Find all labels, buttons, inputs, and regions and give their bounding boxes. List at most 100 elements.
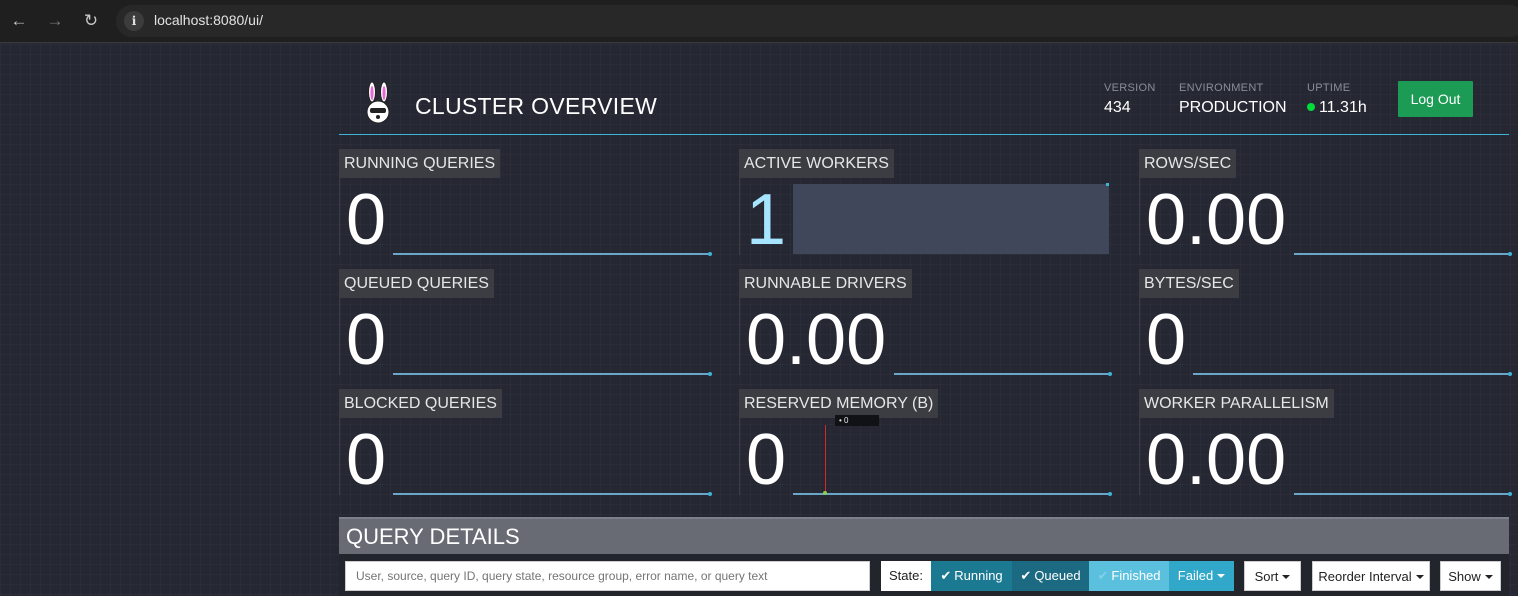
caret-down-icon [1415, 575, 1424, 579]
tile-label: BYTES/SEC [1139, 269, 1239, 298]
logout-button[interactable]: Log Out [1398, 81, 1473, 117]
browser-toolbar: ← → ↻ i localhost:8080/ui/ [0, 0, 1518, 43]
show-dropdown[interactable]: Show [1440, 561, 1501, 591]
bytes-sec-tile: BYTES/SEC 0 [1139, 269, 1512, 381]
reserved-memory-tile: RESERVED MEMORY (B) 0 • 0 [739, 389, 1112, 501]
sparkline-dot [708, 492, 712, 496]
active-workers-tile: ACTIVE WORKERS 1 [739, 149, 1109, 261]
tile-label: RUNNABLE DRIVERS [739, 269, 912, 298]
tile-chart: 0.00 [739, 298, 1112, 380]
tile-value: 0.00 [1146, 180, 1287, 260]
sparkline-dot [1108, 492, 1112, 496]
sparkline [1193, 372, 1512, 376]
sparkline [393, 372, 712, 376]
tile-value: 0 [1146, 300, 1187, 380]
bunny-logo-icon [366, 82, 390, 124]
version-block: VERSION 434 [1104, 82, 1156, 117]
running-queries-tile: RUNNING QUERIES 0 [339, 149, 712, 261]
environment-block: ENVIRONMENT PRODUCTION [1179, 82, 1287, 117]
query-details-header: QUERY DETAILS [339, 517, 1509, 554]
page: CLUSTER OVERVIEW VERSION 434 ENVIRONMENT… [0, 44, 1518, 596]
sparkline [393, 252, 712, 256]
sparkline-dot [1508, 252, 1512, 256]
tile-chart: 0 [1139, 298, 1512, 380]
sort-dropdown[interactable]: Sort [1244, 561, 1301, 591]
caret-down-icon [1484, 575, 1493, 579]
back-arrow-icon[interactable]: ← [8, 10, 30, 32]
sort-label: Sort [1254, 569, 1279, 584]
page-title: CLUSTER OVERVIEW [415, 93, 658, 119]
tile-label: RUNNING QUERIES [339, 149, 501, 178]
reload-icon[interactable]: ↻ [80, 10, 102, 32]
tile-value: 0.00 [746, 300, 887, 380]
state-label: State: [881, 561, 931, 591]
workers-bar [793, 184, 1109, 254]
uptime-block: UPTIME 11.31h [1307, 82, 1367, 117]
environment-value: PRODUCTION [1179, 99, 1287, 116]
filter-running-label: Running [954, 568, 1003, 583]
tile-label: ROWS/SEC [1139, 149, 1237, 178]
tile-value: 1 [746, 180, 787, 260]
tile-label: BLOCKED QUERIES [339, 389, 502, 418]
reorder-label: Reorder Interval [1318, 569, 1412, 584]
tile-value: 0 [346, 180, 387, 260]
uptime-value-row: 11.31h [1307, 99, 1367, 117]
filter-failed-dropdown[interactable]: Failed [1169, 561, 1234, 591]
filter-running-button[interactable]: ✔ Running [931, 561, 1012, 591]
tile-chart: 0.00 [1139, 418, 1512, 500]
tile-chart: 1 [739, 178, 1109, 260]
sparkline-dot [1106, 183, 1109, 186]
queued-queries-tile: QUEUED QUERIES 0 [339, 269, 712, 381]
blocked-queries-tile: BLOCKED QUERIES 0 [339, 389, 712, 501]
status-dot-icon [1307, 103, 1315, 111]
uptime-value: 11.31h [1319, 99, 1367, 116]
show-label: Show [1448, 569, 1481, 584]
tile-label: QUEUED QUERIES [339, 269, 494, 298]
tile-chart: 0 • 0 [739, 415, 1112, 500]
hover-point [823, 491, 827, 495]
uptime-label: UPTIME [1307, 82, 1351, 94]
tile-value: 0.00 [1146, 420, 1287, 500]
tile-chart: 0 [339, 298, 712, 380]
filter-queued-button[interactable]: ✔ Queued [1012, 561, 1089, 591]
sparkline [793, 492, 1112, 496]
sparkline [393, 492, 712, 496]
check-icon: ✔ [1097, 568, 1109, 583]
chart-tooltip: • 0 [835, 415, 879, 426]
caret-down-icon [1217, 574, 1226, 578]
tile-label: WORKER PARALLELISM [1139, 389, 1334, 418]
hover-line [825, 425, 826, 493]
site-info-icon[interactable]: i [124, 11, 144, 31]
check-icon: ✔ [1020, 568, 1032, 583]
runnable-drivers-tile: RUNNABLE DRIVERS 0.00 [739, 269, 1112, 381]
filter-finished-button[interactable]: ✔ Finished [1089, 561, 1169, 591]
tile-value: 0 [346, 300, 387, 380]
forward-arrow-icon[interactable]: → [44, 10, 66, 32]
tile-label: ACTIVE WORKERS [739, 149, 894, 178]
check-icon: ✔ [940, 568, 952, 583]
rows-sec-tile: ROWS/SEC 0.00 [1139, 149, 1512, 261]
query-search-input[interactable] [345, 561, 870, 591]
sparkline [1294, 252, 1512, 256]
sparkline-dot [1508, 372, 1512, 376]
tile-label: RESERVED MEMORY (B) [739, 389, 939, 418]
sparkline-dot [708, 252, 712, 256]
tile-chart: 0 [339, 178, 712, 260]
tile-value: 0 [346, 420, 387, 500]
version-value: 434 [1104, 99, 1131, 116]
tile-chart: 0 [339, 418, 712, 500]
version-label: VERSION [1104, 82, 1156, 94]
sparkline [1294, 492, 1512, 496]
query-filter-bar: State: ✔Running ✔Queued ✔Finished Failed… [339, 554, 1509, 596]
filter-finished-label: Finished [1111, 568, 1161, 583]
tile-value: 0 [746, 420, 787, 500]
reorder-interval-dropdown[interactable]: Reorder Interval [1312, 561, 1430, 591]
sparkline-dot [1508, 492, 1512, 496]
query-details-title: QUERY DETAILS [346, 524, 520, 549]
sparkline-dot [708, 372, 712, 376]
filter-failed-label: Failed [1177, 568, 1214, 583]
cluster-header: CLUSTER OVERVIEW VERSION 434 ENVIRONMENT… [339, 44, 1509, 135]
address-bar[interactable]: i localhost:8080/ui/ [116, 5, 1518, 37]
sparkline [894, 372, 1112, 376]
url-text[interactable]: localhost:8080/ui/ [154, 12, 263, 28]
